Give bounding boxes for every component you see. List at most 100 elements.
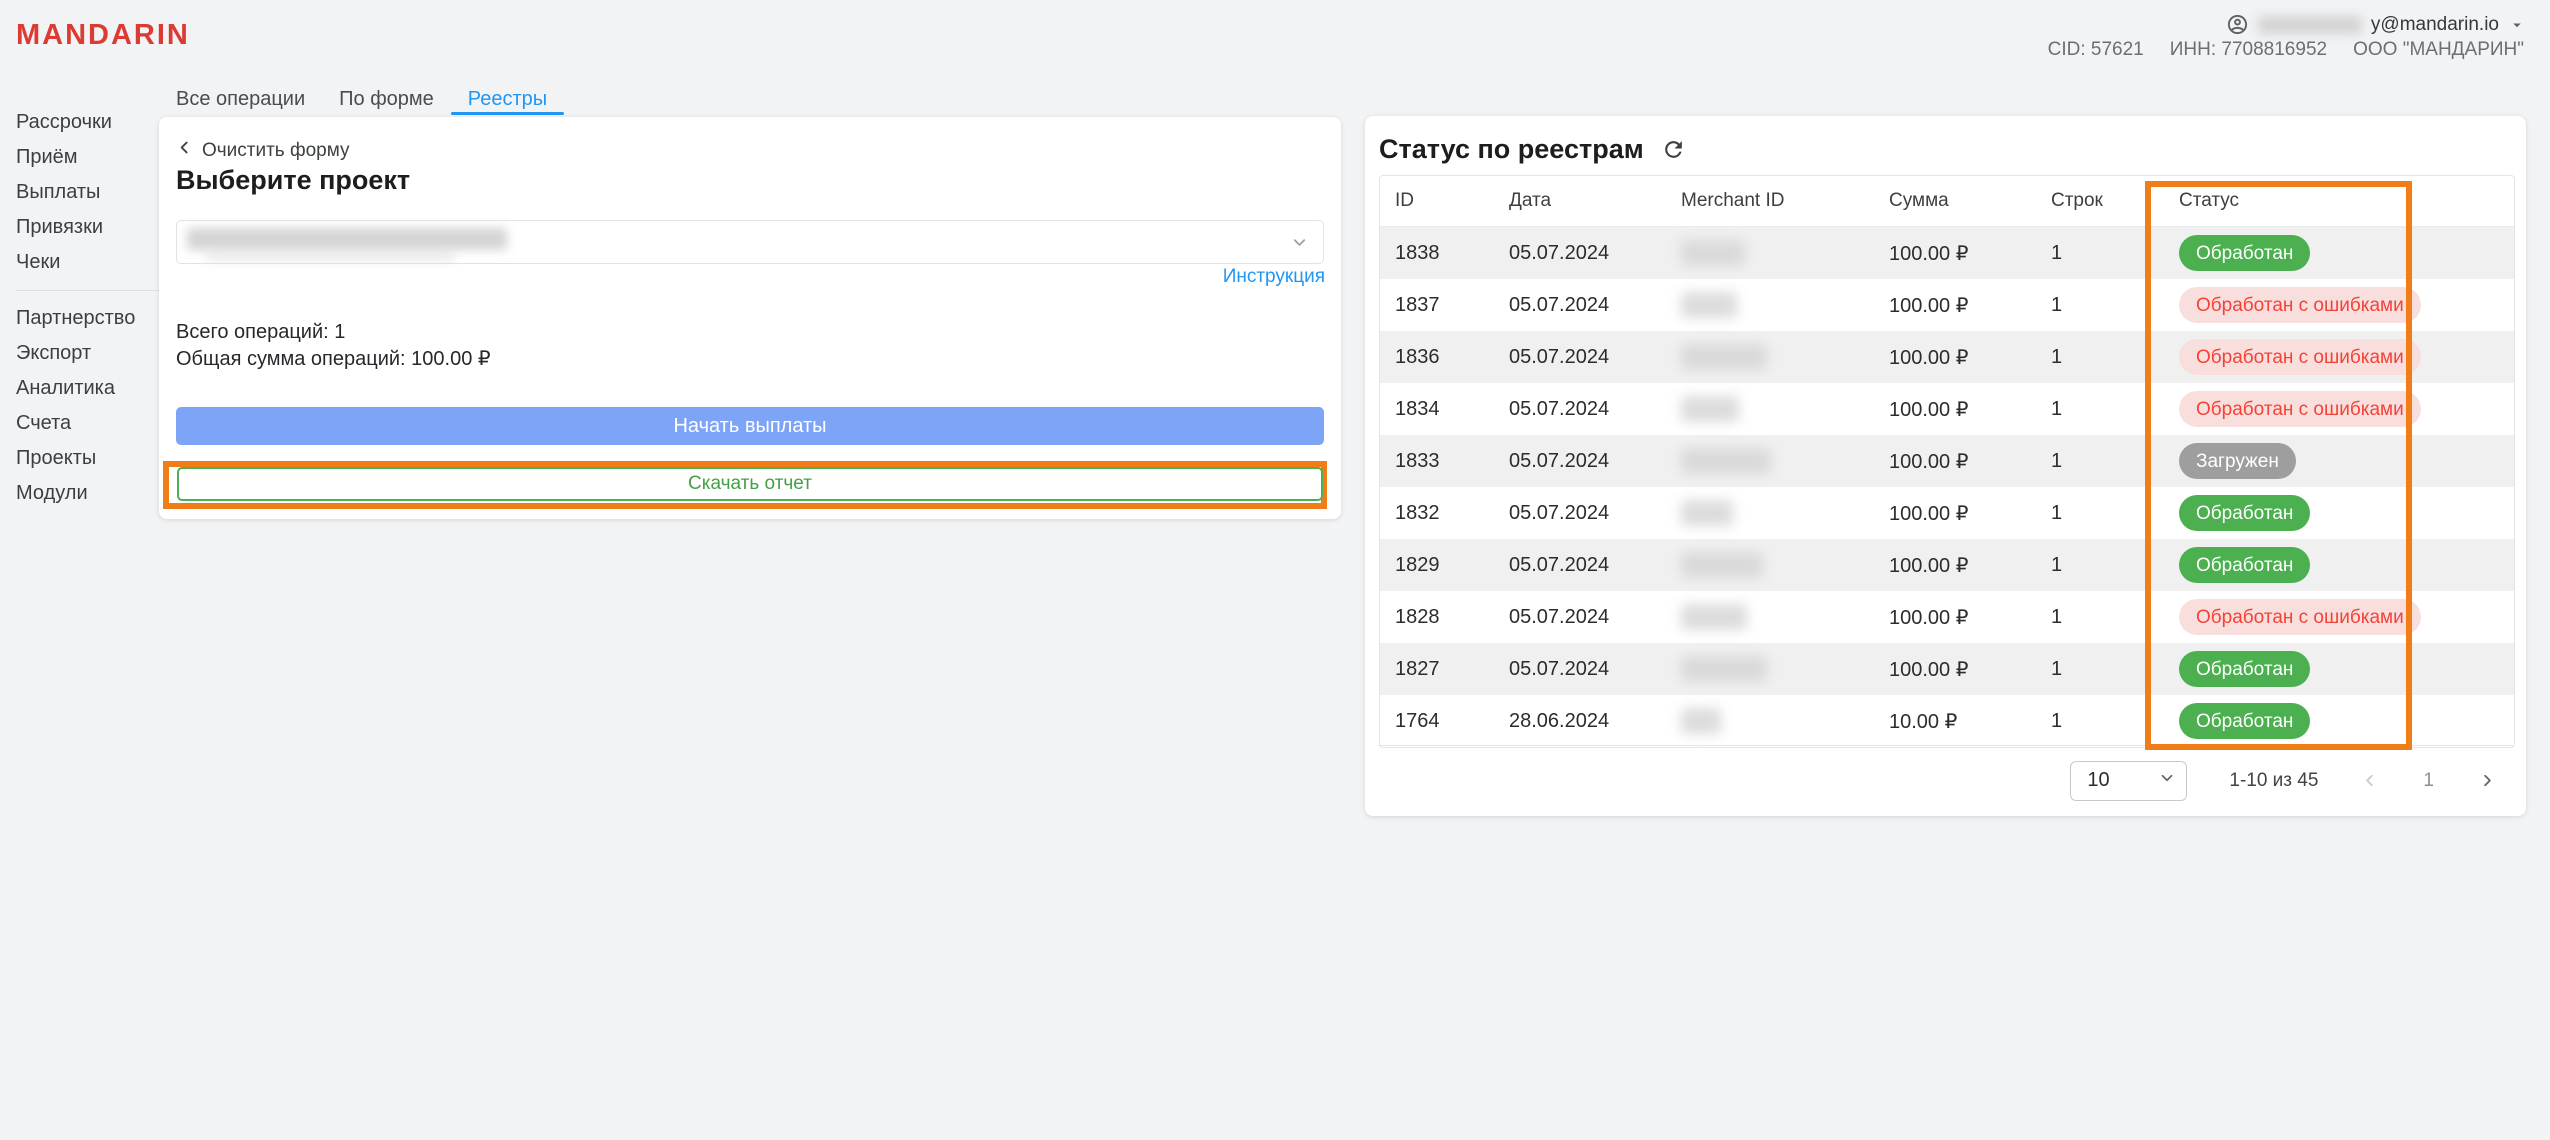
blurred-merchant-id [1681, 604, 1747, 630]
inn-label: ИНН: 7708816952 [2170, 39, 2327, 61]
cell-sum: 100.00 ₽ [1874, 241, 2036, 266]
account-menu[interactable]: y@mandarin.io [2226, 13, 2526, 36]
cell-rows: 1 [2036, 398, 2164, 421]
column-header-date[interactable]: Дата [1494, 190, 1666, 212]
cell-date: 28.06.2024 [1494, 710, 1666, 733]
sidebar-item[interactable]: Экспорт [16, 336, 176, 371]
next-page-button[interactable] [2478, 771, 2497, 791]
cell-date: 05.07.2024 [1494, 398, 1666, 421]
sidebar-item[interactable]: Рассрочки [16, 105, 176, 140]
sidebar-item[interactable]: Привязки [16, 210, 176, 245]
cell-sum: 10.00 ₽ [1874, 709, 2036, 734]
cell-sum: 100.00 ₽ [1874, 553, 2036, 578]
project-select[interactable] [176, 220, 1324, 264]
cell-merchant [1666, 604, 1874, 630]
table-row[interactable]: 1827 05.07.2024 100.00 ₽ 1 Обработан [1380, 643, 2514, 695]
sidebar-item[interactable]: Счета [16, 406, 176, 441]
cell-merchant [1666, 656, 1874, 682]
form-title: Выберите проект [176, 165, 410, 196]
sidebar-item[interactable]: Приём [16, 140, 176, 175]
start-payouts-button[interactable]: Начать выплаты [176, 407, 1324, 445]
table-row[interactable]: 1828 05.07.2024 100.00 ₽ 1 Обработан с о… [1380, 591, 2514, 643]
sidebar-item[interactable]: Чеки [16, 245, 176, 280]
payout-form-card: Очистить форму Выберите проект Инструкци… [159, 117, 1341, 519]
page-number[interactable]: 1 [2423, 770, 2434, 792]
table-row[interactable]: 1829 05.07.2024 100.00 ₽ 1 Обработан [1380, 539, 2514, 591]
status-badge: Обработан [2179, 495, 2310, 531]
cell-id: 1837 [1380, 294, 1494, 317]
cell-id: 1836 [1380, 346, 1494, 369]
cell-status: Обработан с ошибками [2164, 287, 2514, 323]
chevron-right-icon [2478, 778, 2497, 793]
sidebar-item[interactable]: Проекты [16, 441, 176, 476]
cell-merchant [1666, 448, 1874, 474]
blurred-merchant-id [1681, 448, 1771, 474]
previous-page-button[interactable] [2360, 771, 2379, 791]
cell-date: 05.07.2024 [1494, 554, 1666, 577]
column-header-status[interactable]: Статус [2164, 190, 2514, 212]
refresh-button[interactable] [1661, 137, 1686, 163]
cid-label: CID: 57621 [2048, 39, 2144, 61]
column-header-sum[interactable]: Сумма [1874, 190, 2036, 212]
brand-logo: MANDARIN [16, 19, 190, 52]
cell-sum: 100.00 ₽ [1874, 345, 2036, 370]
total-sum: Общая сумма операций: 100.00 ₽ [176, 346, 491, 373]
cell-status: Обработан с ошибками [2164, 599, 2514, 635]
cell-rows: 1 [2036, 658, 2164, 681]
table-row[interactable]: 1832 05.07.2024 100.00 ₽ 1 Обработан [1380, 487, 2514, 539]
table-row[interactable]: 1764 28.06.2024 10.00 ₽ 1 Обработан [1380, 695, 2514, 747]
table-row[interactable]: 1833 05.07.2024 100.00 ₽ 1 Загружен [1380, 435, 2514, 487]
totals-block: Всего операций: 1 Общая сумма операций: … [176, 319, 491, 373]
caret-down-icon [2508, 16, 2526, 34]
sidebar-group: РассрочкиПриёмВыплатыПривязкиЧеки [16, 105, 176, 280]
page-size-select[interactable]: 10 [2070, 761, 2187, 801]
status-badge: Обработан [2179, 547, 2310, 583]
sidebar-item[interactable]: Выплаты [16, 175, 176, 210]
column-header-id[interactable]: ID [1380, 190, 1494, 212]
sidebar-item[interactable]: Партнерство [16, 301, 176, 336]
sidebar-item[interactable]: Модули [16, 476, 176, 511]
registry-table: ID Дата Merchant ID Сумма Строк Статус 1… [1379, 175, 2515, 748]
sidebar: РассрочкиПриёмВыплатыПривязкиЧеки Партне… [16, 105, 176, 511]
pagination-range-label: 1-10 из 45 [2229, 770, 2318, 792]
cell-merchant [1666, 344, 1874, 370]
cell-merchant [1666, 292, 1874, 318]
tabs: Все операцииПо формеРеестры [176, 84, 564, 114]
refresh-icon [1661, 150, 1686, 165]
account-avatar-icon [2226, 13, 2249, 36]
table-row[interactable]: 1836 05.07.2024 100.00 ₽ 1 Обработан с о… [1380, 331, 2514, 383]
cell-date: 05.07.2024 [1494, 502, 1666, 525]
tab[interactable]: Реестры [451, 84, 564, 114]
account-email: y@mandarin.io [2371, 14, 2499, 36]
blurred-merchant-id [1681, 240, 1745, 266]
download-report-button[interactable]: Скачать отчет [177, 467, 1323, 501]
cell-status: Обработан [2164, 651, 2514, 687]
column-header-merchant[interactable]: Merchant ID [1666, 190, 1874, 212]
total-operations: Всего операций: 1 [176, 319, 491, 346]
cell-sum: 100.00 ₽ [1874, 605, 2036, 630]
cell-status: Обработан [2164, 235, 2514, 271]
tab[interactable]: По форме [322, 84, 451, 114]
instruction-link[interactable]: Инструкция [1223, 266, 1325, 288]
table-row[interactable]: 1834 05.07.2024 100.00 ₽ 1 Обработан с о… [1380, 383, 2514, 435]
page-size-value: 10 [2087, 769, 2109, 792]
cell-rows: 1 [2036, 450, 2164, 473]
cell-date: 05.07.2024 [1494, 606, 1666, 629]
blurred-merchant-id [1681, 708, 1721, 734]
tab[interactable]: Все операции [176, 84, 322, 114]
status-badge: Обработан [2179, 651, 2310, 687]
column-header-rows[interactable]: Строк [2036, 190, 2164, 212]
table-header-row: ID Дата Merchant ID Сумма Строк Статус [1380, 176, 2514, 227]
cell-rows: 1 [2036, 294, 2164, 317]
cell-status: Обработан [2164, 703, 2514, 739]
table-row[interactable]: 1838 05.07.2024 100.00 ₽ 1 Обработан [1380, 227, 2514, 279]
company-label: ООО "МАНДАРИН" [2353, 39, 2524, 61]
cell-status: Обработан [2164, 495, 2514, 531]
table-row[interactable]: 1837 05.07.2024 100.00 ₽ 1 Обработан с о… [1380, 279, 2514, 331]
cell-id: 1838 [1380, 242, 1494, 265]
status-badge: Обработан с ошибками [2179, 339, 2421, 375]
clear-form-link[interactable]: Очистить форму [176, 139, 350, 162]
cell-sum: 100.00 ₽ [1874, 449, 2036, 474]
blurred-merchant-id [1681, 552, 1763, 578]
sidebar-item[interactable]: Аналитика [16, 371, 176, 406]
